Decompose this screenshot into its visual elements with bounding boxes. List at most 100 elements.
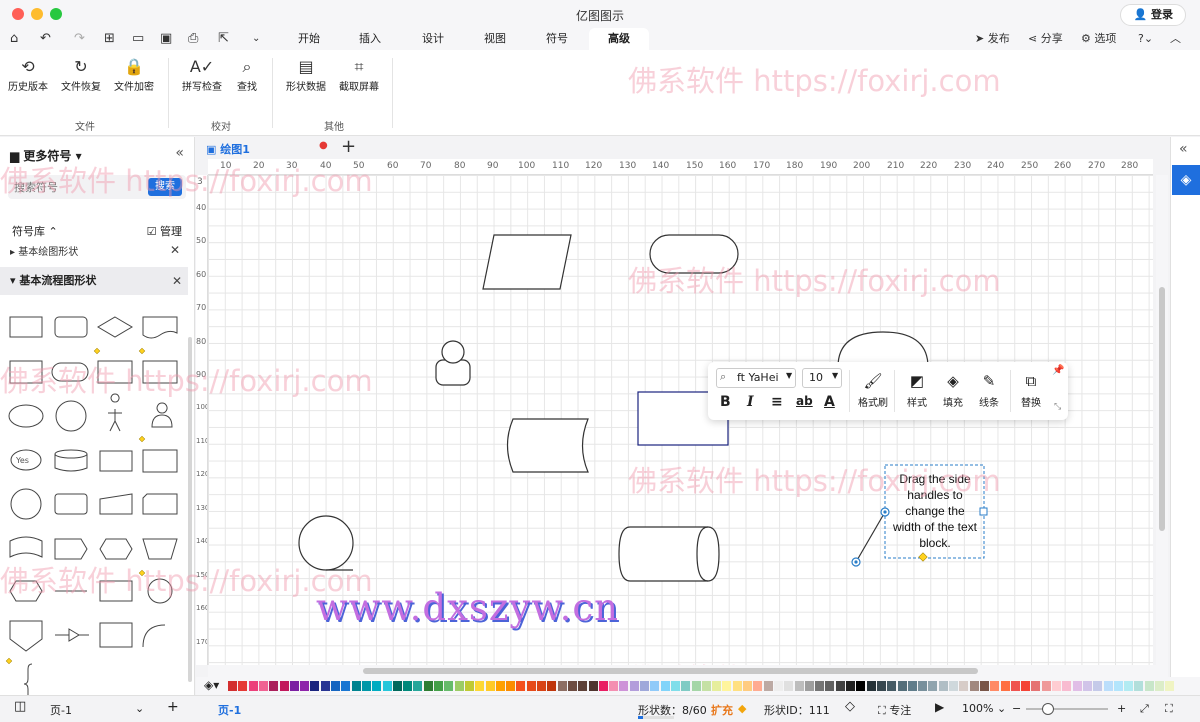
italic-icon[interactable]: I [747,394,754,410]
color-swatch[interactable] [403,681,413,691]
color-swatch[interactable] [846,681,855,691]
shrink-icon[interactable]: ⤡ [1054,402,1061,412]
circle-shape[interactable] [55,400,87,432]
color-swatch[interactable] [887,681,897,691]
color-swatch[interactable] [454,681,464,691]
color-swatch[interactable] [248,681,258,691]
page-tab-1[interactable]: 页-1 [218,702,241,718]
color-swatch[interactable] [506,681,516,691]
color-swatch[interactable] [1103,681,1113,691]
predefined-process-shape[interactable] [9,360,43,384]
color-swatch[interactable] [464,681,474,691]
color-swatch[interactable] [773,681,783,691]
manual-operation-shape[interactable] [142,538,178,560]
color-swatch[interactable] [423,681,433,691]
tab-view[interactable]: 视图 [465,28,525,50]
tab-design[interactable]: 设计 [403,28,463,50]
color-swatch[interactable] [629,681,639,691]
tape-shape[interactable] [9,536,43,558]
focus-button[interactable]: ⛶ 专注 [878,702,911,718]
zoom-slider-handle[interactable] [1042,703,1054,715]
login-button[interactable]: 👤 登录 [1120,4,1186,26]
vertical-scroll-thumb[interactable] [1159,287,1165,531]
home-icon[interactable]: ⌂ [10,30,18,48]
format-brush-button[interactable]: 🖌 格式刷 [856,368,890,409]
print-icon[interactable]: ⎙ [188,30,198,48]
close-icon[interactable]: ✕ [170,243,180,257]
color-swatch[interactable] [804,681,814,691]
color-swatch[interactable] [1041,681,1051,691]
play-icon[interactable]: ▶ [935,700,944,714]
color-swatch[interactable] [444,681,454,691]
color-swatch[interactable] [650,681,660,691]
color-swatch[interactable] [228,681,237,691]
color-swatch[interactable] [928,681,938,691]
color-swatch[interactable] [866,681,876,691]
color-swatch[interactable] [619,681,629,691]
color-swatch[interactable] [588,681,598,691]
text-note-shape[interactable] [99,622,133,648]
color-swatch[interactable] [495,681,505,691]
color-swatch[interactable] [1000,681,1010,691]
card-shape[interactable] [54,493,88,515]
zoom-out-icon[interactable]: − [1012,702,1021,715]
spell-check-button[interactable]: A✓ 拼写检查 [180,56,224,93]
expand-button[interactable]: 扩充 [711,702,733,718]
collapse-ribbon-icon[interactable]: ︿ [1170,30,1181,48]
alternate-process-shape[interactable] [54,316,88,338]
color-swatch[interactable] [732,681,742,691]
library-item-basic-drawing[interactable]: ▸ 基本绘图形状 ✕ [10,243,186,259]
color-swatch[interactable] [598,681,608,691]
color-swatch[interactable] [691,681,701,691]
color-swatch[interactable] [712,681,722,691]
color-swatch[interactable] [609,681,619,691]
collapse-panel-icon[interactable]: « [175,145,184,161]
layers-icon[interactable]: ◇ [845,699,855,714]
fill-panel-button[interactable]: ◈ [1172,165,1200,195]
color-swatch[interactable] [907,681,917,691]
decision-shape[interactable] [97,316,133,338]
arrow-shape[interactable] [55,628,89,642]
color-swatch[interactable] [372,681,382,691]
internal-storage-shape[interactable] [142,449,178,473]
delay-shape[interactable] [54,538,88,560]
color-swatch[interactable] [1052,681,1061,691]
file-restore-button[interactable]: ↻ 文件恢复 [59,56,103,93]
color-swatch[interactable] [1062,681,1072,691]
color-swatch[interactable] [361,681,371,691]
fullscreen-icon[interactable]: ⛶ [1165,702,1173,716]
card-alt-shape[interactable] [142,493,178,515]
shape-data-button[interactable]: ▤ 形状数据 [284,56,328,93]
document-tab[interactable]: ▣ 绘图1 [206,141,250,157]
color-swatch[interactable] [516,681,526,691]
save-icon[interactable]: ▣ [160,30,172,48]
undo-icon[interactable]: ↶ [40,30,51,48]
color-swatch[interactable] [1021,681,1031,691]
horizontal-scroll-thumb[interactable] [363,668,978,674]
display-shape[interactable] [99,538,133,560]
color-swatch[interactable] [238,681,248,691]
redo-icon[interactable]: ↷ [74,30,85,48]
horizontal-scrollbar[interactable] [208,665,1168,677]
color-swatch[interactable] [990,681,1000,691]
color-swatch[interactable] [578,681,588,691]
history-version-button[interactable]: ⟲ 历史版本 [6,56,50,93]
color-swatch[interactable] [784,681,794,691]
color-swatch[interactable] [969,681,979,691]
color-swatch[interactable] [413,681,423,691]
page-layout-icon[interactable]: ◫ [14,699,26,714]
color-swatch[interactable] [279,681,289,691]
open-folder-icon[interactable]: ▭ [132,30,144,48]
zoom-select[interactable]: 100% ⌄ [962,702,1006,715]
color-swatch[interactable] [701,681,711,691]
options-button[interactable]: ⚙ 选项 [1081,30,1116,48]
font-color-icon[interactable]: A [824,394,835,410]
add-tab-icon[interactable]: + [341,136,356,157]
control-point-handle[interactable] [918,552,928,562]
color-swatch[interactable] [1113,681,1123,691]
color-swatch[interactable] [835,681,845,691]
color-swatch[interactable] [815,681,825,691]
manual-input-shape[interactable] [99,493,133,515]
replace-button[interactable]: ⧉ 替换 [1016,368,1046,409]
manage-library-button[interactable]: ☑ 管理 [147,223,182,239]
